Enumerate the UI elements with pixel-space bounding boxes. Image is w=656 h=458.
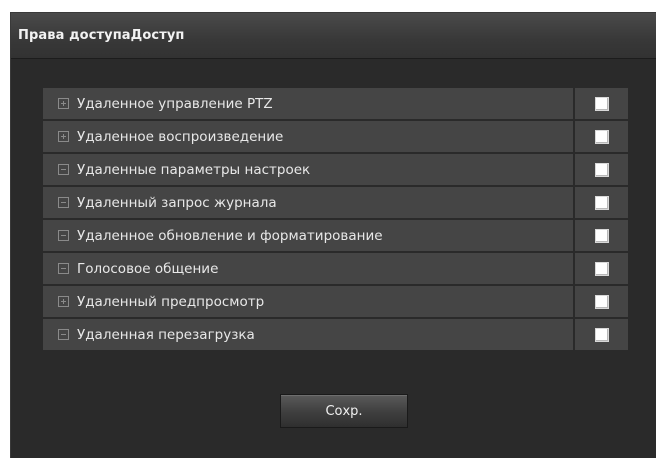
permission-label: Голосовое общение: [77, 260, 219, 277]
permission-checkbox[interactable]: [594, 327, 609, 342]
permission-checkbox[interactable]: [594, 129, 609, 144]
permission-check-cell: [575, 319, 628, 350]
access-rights-panel: Права доступаДоступ Удаленное управление…: [10, 12, 656, 458]
permission-name-cell: Удаленный запрос журнала: [43, 187, 573, 218]
permission-checkbox[interactable]: [594, 96, 609, 111]
panel-header: Права доступаДоступ: [11, 13, 656, 59]
expand-plus-icon[interactable]: [58, 98, 69, 109]
permission-name-cell: Удаленное обновление и форматирование: [43, 220, 573, 251]
permission-name-cell: Удаленное воспроизведение: [43, 121, 573, 152]
permission-row-voice: Голосовое общение: [43, 253, 628, 284]
permission-name-cell: Удаленное управление PTZ: [43, 88, 573, 119]
permission-checkbox[interactable]: [594, 294, 609, 309]
permission-label: Удаленное воспроизведение: [77, 128, 284, 145]
permission-checkbox[interactable]: [594, 261, 609, 276]
permission-checkbox[interactable]: [594, 195, 609, 210]
permission-check-cell: [575, 121, 628, 152]
permission-row-reboot: Удаленная перезагрузка: [43, 319, 628, 350]
save-button[interactable]: Сохр.: [280, 394, 408, 428]
permission-check-cell: [575, 286, 628, 317]
permission-check-cell: [575, 187, 628, 218]
collapse-minus-icon[interactable]: [58, 263, 69, 274]
panel-title: Права доступаДоступ: [18, 28, 185, 43]
permission-check-cell: [575, 220, 628, 251]
permission-label: Удаленное управление PTZ: [77, 95, 273, 112]
collapse-minus-icon[interactable]: [58, 230, 69, 241]
permission-row-playback: Удаленное воспроизведение: [43, 121, 628, 152]
permission-row-log: Удаленный запрос журнала: [43, 187, 628, 218]
permission-label: Удаленный предпросмотр: [77, 293, 265, 310]
permission-row-preview: Удаленный предпросмотр: [43, 286, 628, 317]
permission-check-cell: [575, 253, 628, 284]
expand-plus-icon[interactable]: [58, 296, 69, 307]
permission-checkbox[interactable]: [594, 228, 609, 243]
permission-label: Удаленное обновление и форматирование: [77, 227, 383, 244]
permission-check-cell: [575, 88, 628, 119]
collapse-minus-icon[interactable]: [58, 329, 69, 340]
permission-row-upgrade: Удаленное обновление и форматирование: [43, 220, 628, 251]
expand-plus-icon[interactable]: [58, 131, 69, 142]
permission-label: Удаленный запрос журнала: [77, 194, 277, 211]
permission-name-cell: Удаленная перезагрузка: [43, 319, 573, 350]
permission-row-ptz: Удаленное управление PTZ: [43, 88, 628, 119]
collapse-minus-icon[interactable]: [58, 197, 69, 208]
permission-name-cell: Голосовое общение: [43, 253, 573, 284]
permission-label: Удаленные параметры настроек: [77, 161, 311, 178]
permission-name-cell: Удаленные параметры настроек: [43, 154, 573, 185]
permission-name-cell: Удаленный предпросмотр: [43, 286, 573, 317]
permission-check-cell: [575, 154, 628, 185]
permission-row-settings: Удаленные параметры настроек: [43, 154, 628, 185]
permissions-list: Удаленное управление PTZ Удаленное воспр…: [43, 88, 628, 352]
collapse-minus-icon[interactable]: [58, 164, 69, 175]
permission-checkbox[interactable]: [594, 162, 609, 177]
permission-label: Удаленная перезагрузка: [77, 326, 255, 343]
